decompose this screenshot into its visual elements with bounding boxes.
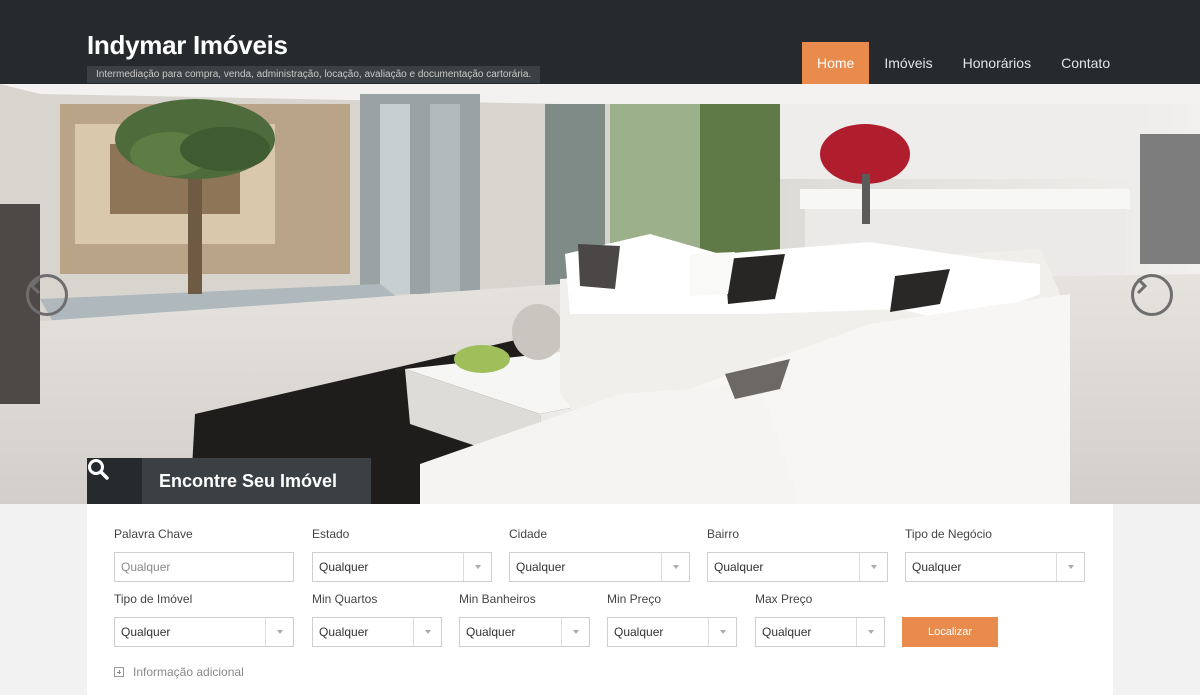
bairro-select-value: Qualquer: [714, 560, 764, 574]
max-preco-select[interactable]: Qualquer: [755, 617, 885, 647]
estado-select-value: Qualquer: [319, 560, 369, 574]
min-banheiros-select-value: Qualquer: [466, 625, 516, 639]
tipo-imovel-label: Tipo de Imóvel: [114, 592, 193, 606]
chevron-left-icon: [29, 277, 41, 295]
site-tagline: Intermediação para compra, venda, admini…: [87, 66, 541, 83]
tipo-imovel-select[interactable]: Qualquer: [114, 617, 294, 647]
chevron-down-icon: [661, 553, 689, 581]
search-form: Palavra Chave Estado Cidade Bairro Tipo …: [87, 504, 1113, 695]
keyword-label: Palavra Chave: [114, 527, 193, 541]
min-quartos-label: Min Quartos: [312, 592, 378, 606]
cidade-select-value: Qualquer: [516, 560, 566, 574]
estado-label: Estado: [312, 527, 350, 541]
plus-square-icon: [114, 667, 124, 677]
min-preco-select-value: Qualquer: [614, 625, 664, 639]
nav-item-honorarios[interactable]: Honorários: [948, 42, 1046, 84]
chevron-down-icon: [413, 618, 441, 646]
search-tab: Encontre Seu Imóvel: [87, 458, 371, 504]
site-header: Indymar Imóveis Intermediação para compr…: [0, 0, 1200, 84]
site-title[interactable]: Indymar Imóveis: [87, 30, 288, 61]
min-preco-select[interactable]: Qualquer: [607, 617, 737, 647]
hero-slider: Encontre Seu Imóvel: [0, 84, 1200, 504]
min-banheiros-label: Min Banheiros: [459, 592, 536, 606]
chevron-down-icon: [708, 618, 736, 646]
min-quartos-select[interactable]: Qualquer: [312, 617, 442, 647]
slider-prev-button[interactable]: [26, 274, 68, 316]
main-nav: Home Imóveis Honorários Contato: [802, 42, 1125, 84]
max-preco-select-value: Qualquer: [762, 625, 812, 639]
chevron-down-icon: [856, 618, 884, 646]
chevron-down-icon: [463, 553, 491, 581]
bairro-label: Bairro: [707, 527, 740, 541]
tipo-negocio-select-value: Qualquer: [912, 560, 962, 574]
localizar-button[interactable]: Localizar: [902, 617, 998, 647]
min-quartos-select-value: Qualquer: [319, 625, 369, 639]
cidade-select[interactable]: Qualquer: [509, 552, 690, 582]
tipo-negocio-select[interactable]: Qualquer: [905, 552, 1085, 582]
cidade-label: Cidade: [509, 527, 548, 541]
search-icon: [88, 459, 109, 480]
chevron-down-icon: [859, 553, 887, 581]
tipo-imovel-select-value: Qualquer: [121, 625, 171, 639]
chevron-right-icon: [1136, 277, 1148, 295]
more-info-toggle[interactable]: Informação adicional: [114, 665, 244, 679]
slider-next-button[interactable]: [1131, 274, 1173, 316]
nav-item-contato[interactable]: Contato: [1046, 42, 1125, 84]
search-title: Encontre Seu Imóvel: [142, 458, 371, 504]
min-preco-label: Min Preço: [607, 592, 662, 606]
nav-item-imoveis[interactable]: Imóveis: [869, 42, 947, 84]
search-tab-icon-box: [87, 458, 142, 504]
max-preco-label: Max Preço: [755, 592, 813, 606]
chevron-down-icon: [265, 618, 293, 646]
tipo-negocio-label: Tipo de Negócio: [905, 527, 992, 541]
nav-item-home[interactable]: Home: [802, 42, 870, 84]
estado-select[interactable]: Qualquer: [312, 552, 492, 582]
min-banheiros-select[interactable]: Qualquer: [459, 617, 590, 647]
bairro-select[interactable]: Qualquer: [707, 552, 888, 582]
keyword-input[interactable]: [114, 552, 294, 582]
chevron-down-icon: [561, 618, 589, 646]
chevron-down-icon: [1056, 553, 1084, 581]
more-info-label: Informação adicional: [133, 665, 244, 679]
hero-image: [0, 84, 1200, 504]
